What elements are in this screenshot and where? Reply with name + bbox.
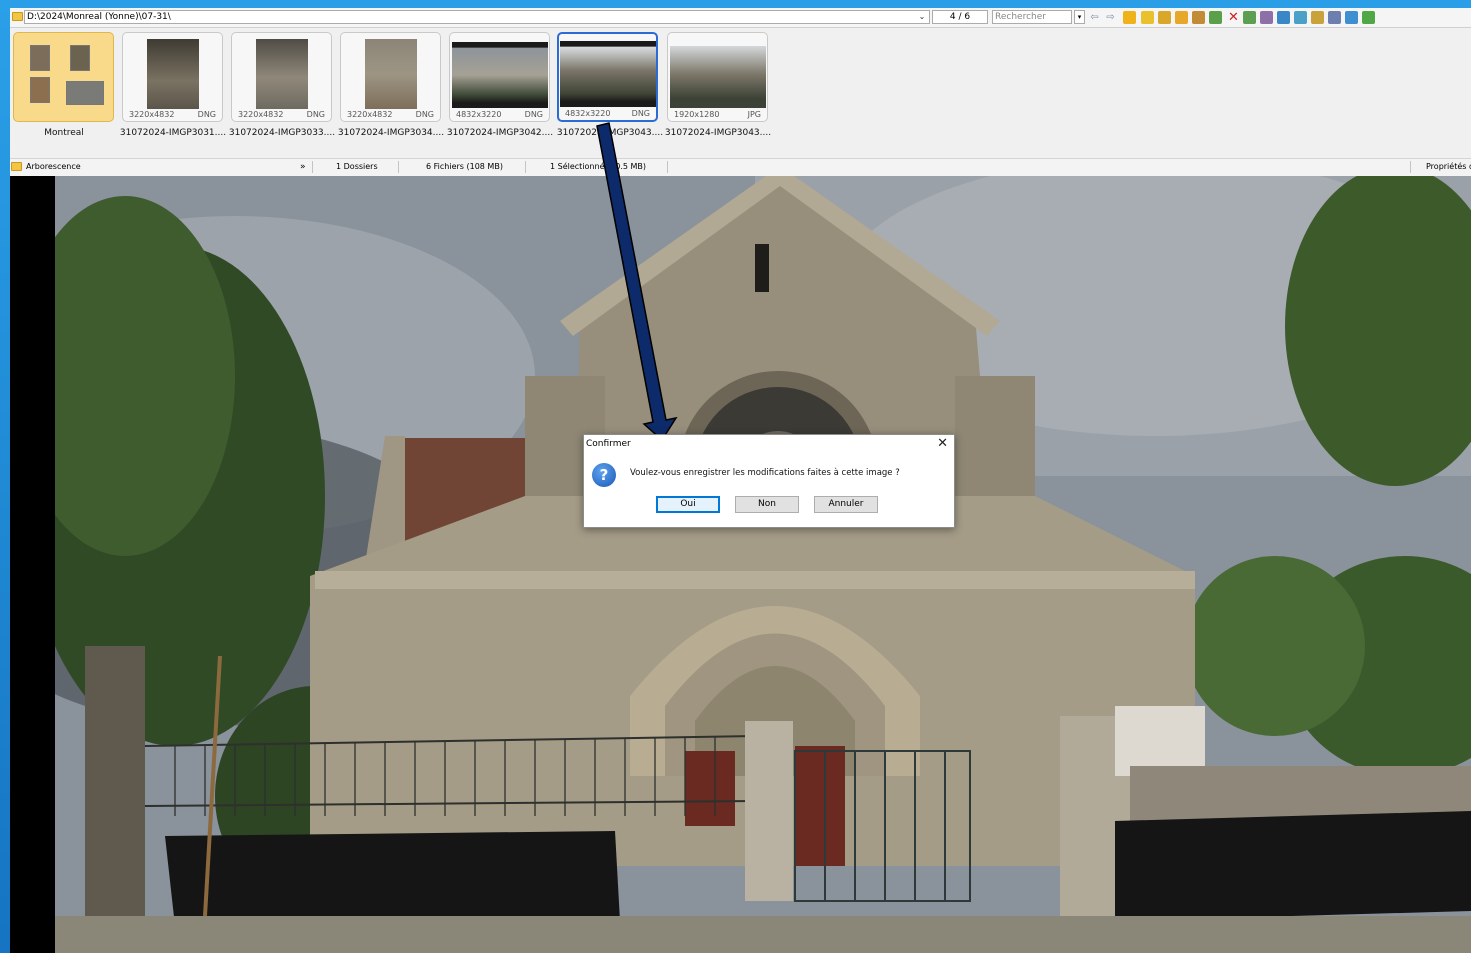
thumbnail-label: 31072024-IMGP3033.... [228, 128, 336, 138]
desktop-top-strip [0, 0, 1471, 8]
separator [525, 161, 526, 173]
dialog-message: Voulez-vous enregistrer les modification… [630, 468, 900, 478]
image-counter[interactable]: 4 / 6 [932, 10, 988, 24]
thumbnail-format: DNG [524, 110, 543, 119]
thumbnail-format: DNG [631, 109, 650, 118]
thumbnail-dimensions: 3220x4832 [347, 110, 393, 119]
church-illustration [55, 176, 1471, 953]
path-field[interactable]: D:\2024\Monreal (Yonne)\07-31\ [24, 10, 930, 24]
folder-preview-image [30, 77, 50, 103]
thumbnail-label: 31072024-IMGP3043.... [556, 128, 664, 138]
folder-preview-image [66, 81, 104, 105]
folder-preview-image [30, 45, 50, 71]
yes-button[interactable]: Oui [656, 496, 720, 513]
separator [1410, 161, 1411, 173]
exit-icon[interactable] [1362, 11, 1375, 24]
thumbnail-image[interactable]: 4832x3220 DNG [449, 32, 550, 122]
print-icon[interactable] [1328, 11, 1341, 24]
image-viewer[interactable] [10, 176, 1471, 953]
close-icon[interactable]: ✕ [937, 436, 948, 451]
chevron-double-down-icon[interactable]: » [300, 159, 306, 175]
email-icon[interactable] [1311, 11, 1324, 24]
search-input[interactable]: Rechercher [992, 10, 1072, 24]
thumbnail-image[interactable]: 3220x4832 DNG [122, 32, 223, 122]
thumbnail-label: 31072024-IMGP3031.... [119, 128, 227, 138]
batch-convert-icon[interactable] [1294, 11, 1307, 24]
thumbnail-image-selected[interactable]: 4832x3220 DNG [557, 32, 658, 122]
copy-to-folder-icon[interactable] [1158, 11, 1171, 24]
next-icon[interactable]: ⇨ [1104, 11, 1117, 24]
thumbnail-label: 31072024-IMGP3043.... [664, 128, 772, 138]
toolbar: D:\2024\Monreal (Yonne)\07-31\ ⌄ 4 / 6 R… [10, 8, 1471, 28]
thumbnail-folder[interactable] [13, 32, 114, 122]
effects-icon[interactable] [1260, 11, 1273, 24]
thumbnail-image[interactable]: 1920x1280 JPG [667, 32, 768, 122]
thumbnail-format: JPG [747, 110, 761, 119]
rotate-right-icon[interactable] [1209, 11, 1222, 24]
thumbnail-strip: Montreal 3220x4832 DNG 31072024-IMGP3031… [10, 28, 1471, 158]
thumbnail-dimensions: 1920x1280 [674, 110, 720, 119]
thumbnail-format: DNG [415, 110, 434, 119]
delete-icon[interactable]: ✕ [1227, 11, 1240, 24]
thumbnail-preview [559, 41, 656, 107]
status-bar: Arborescence » 1 Dossiers 6 Fichiers (10… [10, 158, 1471, 177]
desktop-left-strip [0, 0, 10, 953]
previous-icon[interactable]: ⇦ [1088, 11, 1101, 24]
thumbnail-dimensions: 4832x3220 [565, 109, 611, 118]
thumbnail-preview [255, 39, 308, 109]
dialog-title: Confirmer [586, 439, 631, 449]
separator [667, 161, 668, 173]
church-photo [55, 176, 1471, 953]
no-button[interactable]: Non [735, 496, 799, 513]
file-count: 6 Fichiers (108 MB) [426, 162, 503, 171]
question-icon: ? [592, 463, 616, 487]
confirm-dialog: Confirmer ✕ ? Voulez-vous enregistrer le… [583, 434, 955, 528]
search-dropdown-icon[interactable]: ▾ [1074, 10, 1085, 24]
thumbnail-dimensions: 4832x3220 [456, 110, 502, 119]
thumbnail-label: Montreal [44, 128, 84, 138]
selection-info: 1 Sélectionné (20.5 MB) [550, 162, 647, 171]
thumbnail-dimensions: 3220x4832 [238, 110, 284, 119]
folder-icon [11, 162, 22, 171]
cancel-button[interactable]: Annuler [814, 496, 878, 513]
rotate-left-icon[interactable] [1192, 11, 1205, 24]
properties-toggle[interactable]: Propriétés d [1426, 159, 1471, 175]
separator [398, 161, 399, 173]
open-image-icon[interactable] [1141, 11, 1154, 24]
move-to-folder-icon[interactable] [1175, 11, 1188, 24]
folder-count: 1 Dossiers [336, 162, 378, 171]
folder-preview-image [70, 45, 90, 71]
thumbnail-preview [364, 39, 417, 109]
thumbnail-image[interactable]: 3220x4832 DNG [340, 32, 441, 122]
folder-up-icon[interactable] [1123, 11, 1136, 24]
tree-toggle[interactable]: Arborescence [26, 159, 81, 175]
thumbnail-image[interactable]: 3220x4832 DNG [231, 32, 332, 122]
thumbnail-preview [146, 39, 199, 109]
thumbnail-dimensions: 3220x4832 [129, 110, 175, 119]
compare-icon[interactable] [1277, 11, 1290, 24]
save-icon[interactable] [1345, 11, 1358, 24]
thumbnail-preview [451, 42, 548, 108]
thumbnail-format: DNG [306, 110, 325, 119]
chevron-down-icon[interactable]: ⌄ [916, 11, 928, 23]
thumbnail-label: 31072024-IMGP3034.... [337, 128, 445, 138]
separator [312, 161, 313, 173]
thumbnail-format: DNG [197, 110, 216, 119]
folder-icon [12, 12, 23, 21]
thumbnail-label: 31072024-IMGP3042.... [446, 128, 554, 138]
slideshow-icon[interactable] [1243, 11, 1256, 24]
thumbnail-preview [669, 46, 766, 108]
